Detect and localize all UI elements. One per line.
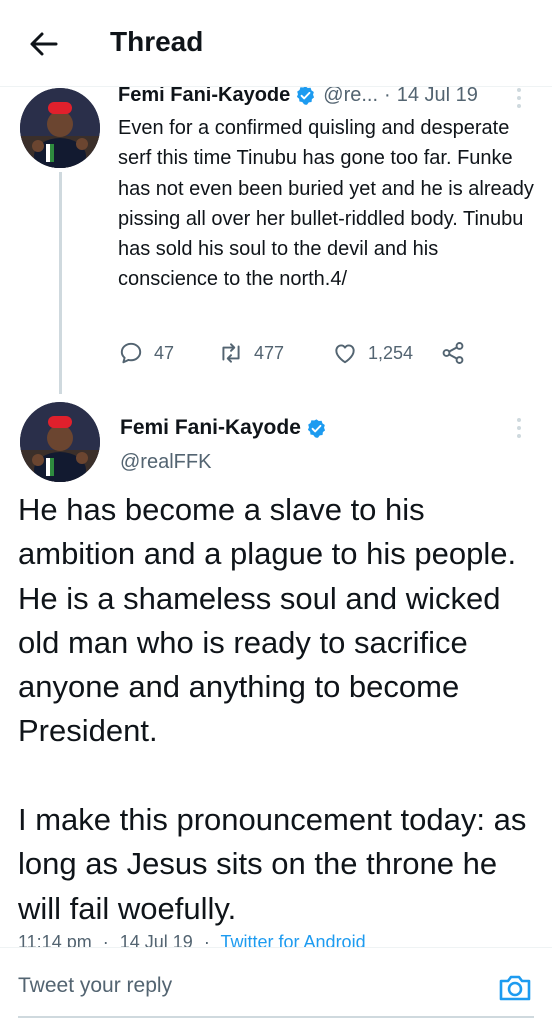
camera-button[interactable] bbox=[497, 970, 533, 1006]
reply-icon bbox=[120, 342, 142, 364]
separator-dot: · bbox=[102, 932, 109, 947]
reply-count: 47 bbox=[154, 342, 175, 363]
app-header: Thread bbox=[0, 0, 552, 87]
reply-input-underline bbox=[18, 1016, 534, 1018]
reply-composer: Tweet your reply bbox=[0, 947, 552, 1025]
like-icon bbox=[335, 344, 355, 364]
tweet2-text: He has become a slave to his ambition an… bbox=[18, 492, 527, 926]
share-icon bbox=[442, 342, 464, 364]
tweet2-author: Femi Fani-Kayode bbox=[120, 416, 327, 440]
tweet-metadata: 11:14 pm · 14 Jul 19 · Twitter for Andro… bbox=[18, 929, 366, 947]
thread-connector-line bbox=[59, 172, 62, 394]
separator-dot: · bbox=[203, 932, 210, 947]
author-name[interactable]: Femi Fani-Kayode bbox=[118, 84, 290, 107]
like-button[interactable]: 1,254 bbox=[332, 340, 413, 366]
arrow-left-icon bbox=[30, 32, 58, 56]
separator-dot: · bbox=[384, 84, 391, 106]
tweet-date[interactable]: 14 Jul 19 bbox=[397, 84, 478, 107]
retweet-count: 477 bbox=[254, 342, 285, 363]
author-name[interactable]: Femi Fani-Kayode bbox=[120, 416, 301, 440]
retweet-icon bbox=[222, 343, 240, 363]
more-options-icon[interactable] bbox=[514, 86, 524, 110]
camera-icon bbox=[499, 975, 531, 1001]
tweet-time: 11:14 pm bbox=[18, 932, 92, 947]
more-options-icon[interactable] bbox=[514, 416, 524, 440]
tweet-date: 14 Jul 19 bbox=[119, 932, 193, 947]
page-title: Thread bbox=[110, 26, 204, 57]
avatar[interactable] bbox=[20, 88, 100, 168]
avatar[interactable] bbox=[20, 402, 100, 482]
reply-button[interactable]: 47 bbox=[118, 340, 174, 366]
retweet-button[interactable]: 477 bbox=[218, 340, 284, 366]
like-count: 1,254 bbox=[368, 342, 414, 363]
reply-input[interactable]: Tweet your reply bbox=[18, 974, 172, 998]
tweet1-text: Even for a confirmed quisling and desper… bbox=[118, 117, 534, 291]
verified-badge-icon bbox=[307, 418, 325, 438]
author-handle[interactable]: @re... bbox=[323, 84, 378, 107]
author-handle[interactable]: @realFFK bbox=[120, 451, 211, 474]
tweet-source-link[interactable]: Twitter for Android bbox=[221, 932, 366, 947]
tweet1-header: Femi Fani-Kayode @re... · 14 Jul 19 bbox=[118, 84, 478, 107]
verified-badge-icon bbox=[297, 86, 315, 105]
back-button[interactable] bbox=[26, 26, 62, 62]
share-button[interactable] bbox=[440, 340, 476, 366]
